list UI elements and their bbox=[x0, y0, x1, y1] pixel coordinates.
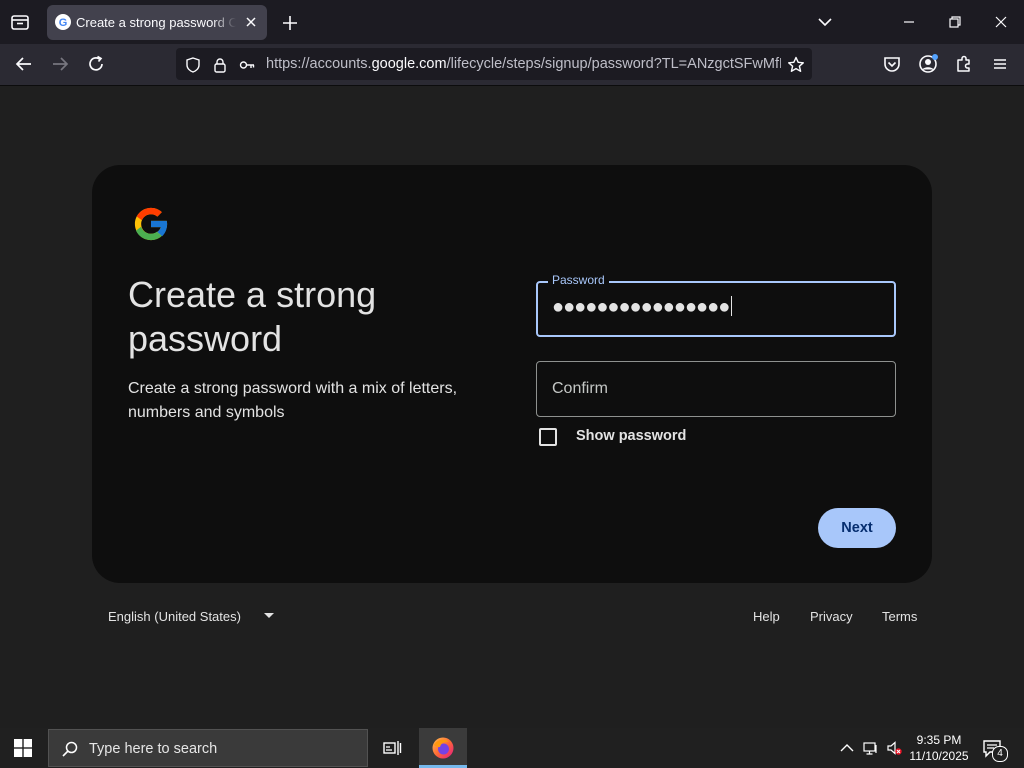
volume-muted-icon[interactable] bbox=[886, 740, 902, 756]
network-icon[interactable] bbox=[863, 740, 879, 756]
tab-title: Create a strong password Create a strong… bbox=[76, 15, 236, 30]
windows-start-icon[interactable] bbox=[14, 739, 32, 757]
google-logo-icon bbox=[130, 203, 172, 245]
url-text[interactable]: https://accounts.google.com/lifecycle/st… bbox=[266, 56, 781, 72]
address-bar[interactable]: https://accounts.google.com/lifecycle/st… bbox=[176, 48, 812, 80]
language-selector[interactable]: English (United States) bbox=[108, 609, 241, 624]
firefox-icon bbox=[431, 736, 455, 760]
terms-link[interactable]: Terms bbox=[882, 609, 917, 624]
extensions-puzzle-icon[interactable] bbox=[953, 53, 975, 75]
clock-date: 11/10/2025 bbox=[909, 749, 969, 763]
tab-close-icon[interactable] bbox=[243, 14, 259, 30]
account-avatar-icon[interactable] bbox=[917, 53, 939, 75]
pocket-icon[interactable] bbox=[881, 53, 903, 75]
action-center-notifications-icon[interactable]: 4 bbox=[982, 738, 1008, 762]
tab-strip: G Create a strong password Create a stro… bbox=[0, 0, 1024, 44]
page-title: Create a strong password bbox=[128, 274, 377, 359]
taskbar-search-placeholder: Type here to search bbox=[89, 741, 218, 757]
minimize-icon[interactable] bbox=[899, 12, 919, 32]
search-icon bbox=[61, 740, 79, 758]
key-icon[interactable] bbox=[238, 56, 256, 74]
list-all-tabs-chevron-icon[interactable] bbox=[815, 12, 835, 32]
privacy-link[interactable]: Privacy bbox=[810, 609, 853, 624]
app-menu-hamburger-icon[interactable] bbox=[989, 53, 1011, 75]
bookmark-star-icon[interactable] bbox=[786, 55, 806, 75]
lock-icon[interactable] bbox=[211, 56, 229, 74]
text-caret bbox=[731, 296, 733, 316]
show-password-label: Show password bbox=[576, 428, 687, 444]
system-clock[interactable]: 9:35 PM 11/10/2025 bbox=[906, 732, 972, 764]
notification-count-badge: 4 bbox=[992, 746, 1008, 762]
reload-icon[interactable] bbox=[85, 53, 107, 75]
signup-card: Create a strong password Create a strong… bbox=[92, 165, 932, 583]
url-path: /lifecycle/steps/signup/password?TL=ANzg… bbox=[446, 56, 781, 72]
url-prefix: https://accounts. bbox=[266, 56, 372, 72]
next-button[interactable]: Next bbox=[818, 508, 896, 548]
task-view-icon[interactable] bbox=[382, 738, 402, 758]
windows-taskbar: Type here to search 9:35 PM 11/10/2025 4 bbox=[0, 728, 1024, 768]
url-domain: google.com bbox=[371, 56, 447, 72]
language-dropdown-caret-icon[interactable] bbox=[264, 612, 274, 620]
firefox-taskbar-button[interactable] bbox=[419, 728, 467, 768]
show-hidden-icons-chevron-icon[interactable] bbox=[839, 740, 855, 756]
page-subtitle: Create a strong password with a mix of l… bbox=[128, 380, 458, 421]
svg-text:G: G bbox=[59, 17, 68, 29]
tab-overview-icon[interactable] bbox=[8, 10, 32, 34]
clock-time: 9:35 PM bbox=[916, 733, 962, 747]
new-tab-plus-icon[interactable] bbox=[280, 13, 300, 33]
tracking-shield-icon[interactable] bbox=[184, 56, 202, 74]
restore-icon[interactable] bbox=[945, 12, 965, 32]
forward-arrow-icon[interactable] bbox=[49, 53, 71, 75]
password-dots: ●●●●●●●●●●●●●●●● bbox=[552, 296, 730, 318]
active-tab[interactable]: G Create a strong password Create a stro… bbox=[47, 5, 267, 40]
back-arrow-icon[interactable] bbox=[13, 53, 35, 75]
navigation-toolbar: https://accounts.google.com/lifecycle/st… bbox=[0, 44, 1024, 86]
taskbar-search-box[interactable]: Type here to search bbox=[48, 729, 368, 767]
google-favicon-icon: G bbox=[55, 14, 71, 30]
close-window-icon[interactable] bbox=[991, 12, 1011, 32]
confirm-placeholder: Confirm bbox=[552, 380, 609, 397]
password-masked-value: ●●●●●●●●●●●●●●●● bbox=[552, 296, 733, 319]
password-label: Password bbox=[548, 273, 609, 287]
password-field[interactable]: Password ●●●●●●●●●●●●●●●● bbox=[536, 273, 896, 337]
confirm-password-field[interactable]: Confirm bbox=[536, 361, 896, 417]
page-footer: English (United States) Help Privacy Ter… bbox=[92, 600, 932, 632]
help-link[interactable]: Help bbox=[753, 609, 780, 624]
show-password-checkbox[interactable] bbox=[539, 428, 557, 446]
